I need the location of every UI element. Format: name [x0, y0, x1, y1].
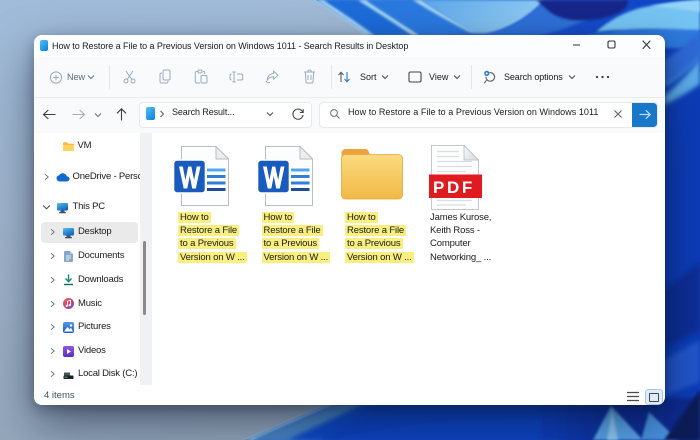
- svg-text:PDF: PDF: [433, 178, 475, 197]
